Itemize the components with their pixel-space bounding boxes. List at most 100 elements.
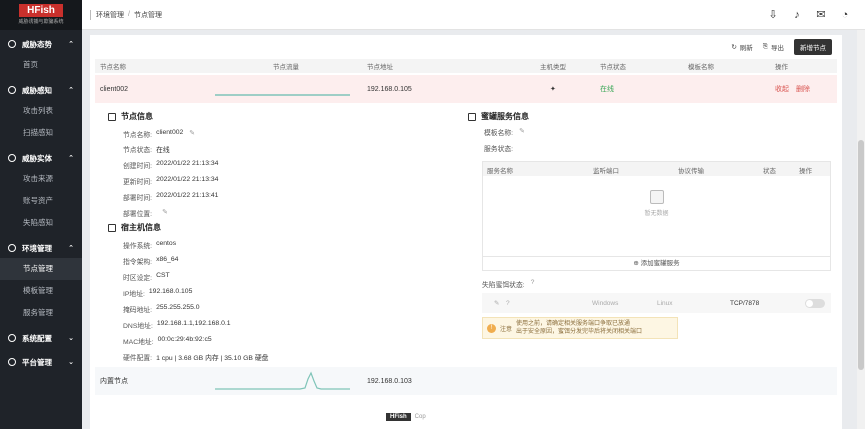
add-node-button[interactable]: 新增节点	[794, 39, 832, 55]
refresh-button[interactable]: ↻ 刷新	[731, 42, 752, 52]
sidebar-item-scan-perception[interactable]: 扫描感知	[0, 122, 82, 144]
col-address: 节点地址	[367, 64, 393, 71]
update-time-field: 更新时间: 2022/01/22 21:13:34	[123, 176, 219, 186]
chat-icon[interactable]: ✉	[815, 9, 827, 21]
sidebar-item-account-assets[interactable]: 账号资产	[0, 190, 82, 212]
breadcrumb-parent[interactable]: 环境管理	[96, 10, 124, 20]
nav-group-system-config: 系统配置 ⌄	[0, 328, 82, 348]
create-time-field: 创建时间: 2022/01/22 21:13:34	[123, 160, 219, 170]
nav-group-platform: 平台管理 ⌄	[0, 352, 82, 372]
service-table-header: 服务名称 监听端口 协议传输 状态 操作	[483, 162, 830, 176]
flow-sparkline	[215, 94, 350, 96]
trap-row: ✎ ? Windows Linux TCP/7878	[482, 293, 831, 313]
export-button[interactable]: ⎘ 导出	[763, 42, 784, 52]
nav-head-environment[interactable]: 环境管理 ⌃	[0, 238, 82, 258]
col-ops: 操作	[775, 64, 788, 71]
warning-icon: !	[487, 323, 496, 333]
help-icon[interactable]: ?	[506, 300, 510, 307]
topbar: 环境管理 / 节点管理 ⇩ ♪ ✉ ◔	[82, 0, 865, 30]
download-icon[interactable]: ⇩	[767, 9, 779, 21]
edit-icon[interactable]: ✎	[162, 208, 168, 218]
flow-sparkline	[215, 371, 350, 390]
trap-port: TCP/7878	[730, 299, 760, 307]
chevron-up-icon: ⌃	[68, 87, 74, 94]
col-flow: 节点流量	[273, 64, 299, 71]
deploy-time-field: 部署时间: 2022/01/22 21:13:41	[123, 192, 219, 202]
sidebar-item-attack-list[interactable]: 攻击列表	[0, 100, 82, 122]
chevron-up-icon: ⌃	[68, 245, 74, 252]
service-status-field: 服务状态:	[484, 146, 514, 153]
scroll-thumb[interactable]	[858, 140, 864, 370]
node-address: 192.168.0.105	[367, 85, 412, 93]
svc-col-state: 状态	[763, 168, 776, 175]
sidebar-item-service-management[interactable]: 服务管理	[0, 302, 82, 324]
template-name-field: 模板名称: ✎	[484, 127, 525, 137]
svc-col-port: 监听端口	[593, 168, 619, 175]
notice-label: 注意	[500, 326, 513, 333]
svc-col-ops: 操作	[799, 168, 812, 175]
help-icon[interactable]: ?	[531, 279, 535, 289]
edit-icon[interactable]: ✎	[189, 129, 195, 139]
sidebar-item-template-management[interactable]: 模板管理	[0, 280, 82, 302]
timezone-field: 时区设定: CST	[123, 272, 170, 282]
nav-head-system-config[interactable]: 系统配置 ⌄	[0, 328, 82, 348]
host-info-title: 宿主机信息	[108, 222, 161, 233]
mask-field: 掩码地址: 255.255.255.0	[123, 304, 200, 314]
nav-head-threat-perception[interactable]: 威胁感知 ⌃	[0, 80, 82, 100]
nav-head-platform[interactable]: 平台管理 ⌄	[0, 352, 82, 372]
table-header: 节点名称 节点流量 节点地址 主机类型 节点状态 模板名称 操作	[95, 59, 837, 73]
arch-field: 指令架构: x86_64	[123, 256, 179, 266]
breadcrumb-current: 节点管理	[133, 11, 162, 19]
node-status: 在线	[600, 86, 614, 93]
table-row[interactable]: client002 192.168.0.105 ✦ 在线 收起 删除	[95, 75, 837, 103]
breadcrumb-separator: /	[128, 11, 130, 18]
nav-group-threat-entity: 威胁实体 ⌃ 攻击来源 账号资产 失陷感知	[0, 148, 82, 234]
nav-head-threat-entity[interactable]: 威胁实体 ⌃	[0, 148, 82, 168]
nav-head-threat-situation[interactable]: 威胁态势 ⌃	[0, 34, 82, 54]
scrollbar[interactable]	[857, 30, 865, 429]
nav-icon	[8, 40, 16, 48]
footer: HFish Cop	[386, 413, 426, 421]
sidebar-item-attack-source[interactable]: 攻击来源	[0, 168, 82, 190]
delete-link[interactable]: 删除	[796, 86, 810, 93]
node-name: 内置节点	[100, 378, 128, 385]
edit-icon[interactable]: ✎	[519, 127, 525, 137]
windows-label: Windows	[592, 299, 619, 307]
notice-line-1: 使用之前，请确定相关服务端口争取已放通	[516, 321, 631, 327]
sidebar-item-compromise[interactable]: 失陷感知	[0, 212, 82, 234]
hardware-field: 硬件配置: 1 cpu | 3.68 GB 内存 | 35.10 GB 硬盘	[123, 355, 269, 362]
mac-field: MAC地址: 00:0c:29:4b:92:c5	[123, 336, 212, 346]
service-table: 服务名称 监听端口 协议传输 状态 操作 暂无数据 ⊕ 添加蜜罐服务	[482, 161, 831, 271]
host-info-icon	[108, 223, 116, 232]
linux-label: Linux	[657, 299, 673, 307]
nav-group-environment: 环境管理 ⌃ 节点管理 模板管理 服务管理	[0, 238, 82, 324]
chevron-down-icon: ⌄	[68, 335, 74, 342]
dns-field: DNS地址: 192.168.1.1,192.168.0.1	[123, 320, 231, 330]
edit-icon[interactable]: ✎	[494, 299, 499, 307]
chevron-up-icon: ⌃	[68, 41, 74, 48]
sidebar-item-home[interactable]: 首页	[0, 54, 82, 76]
linux-icon: ✦	[550, 86, 556, 93]
add-service-button[interactable]: ⊕ 添加蜜罐服务	[483, 256, 830, 270]
table-row[interactable]: 内置节点 192.168.0.103	[95, 367, 837, 395]
footer-text: Cop	[414, 414, 426, 420]
node-info-icon	[108, 112, 116, 121]
user-icon[interactable]: ◔	[839, 9, 851, 21]
node-status-field: 节点状态: 在线	[123, 147, 170, 154]
empty-state: 暂无数据	[483, 190, 830, 217]
svc-col-proto: 协议传输	[678, 168, 704, 175]
bell-icon[interactable]: ♪	[791, 9, 803, 21]
collapse-link[interactable]: 收起	[775, 86, 789, 93]
nav-group-threat-situation: 威胁态势 ⌃ 首页	[0, 34, 82, 76]
sidebar-item-node-management[interactable]: 节点管理	[0, 258, 82, 280]
export-icon: ⎘	[762, 43, 768, 50]
brand-logo: HFish	[19, 4, 63, 17]
trap-status-field: 失陷蜜饵状态:?	[482, 279, 535, 289]
deploy-location-field: 部署位置: ✎	[123, 208, 168, 218]
sidebar: HFish 威胁诱捕与欺骗系统 威胁态势 ⌃ 首页 威胁感知 ⌃ 攻击列表 扫描感知…	[0, 0, 82, 429]
trap-toggle[interactable]	[805, 299, 825, 308]
chevron-down-icon: ⌄	[68, 359, 74, 366]
honeypot-info-icon	[468, 112, 476, 121]
os-field: 操作系统: centos	[123, 240, 177, 250]
node-address: 192.168.0.103	[367, 377, 412, 385]
